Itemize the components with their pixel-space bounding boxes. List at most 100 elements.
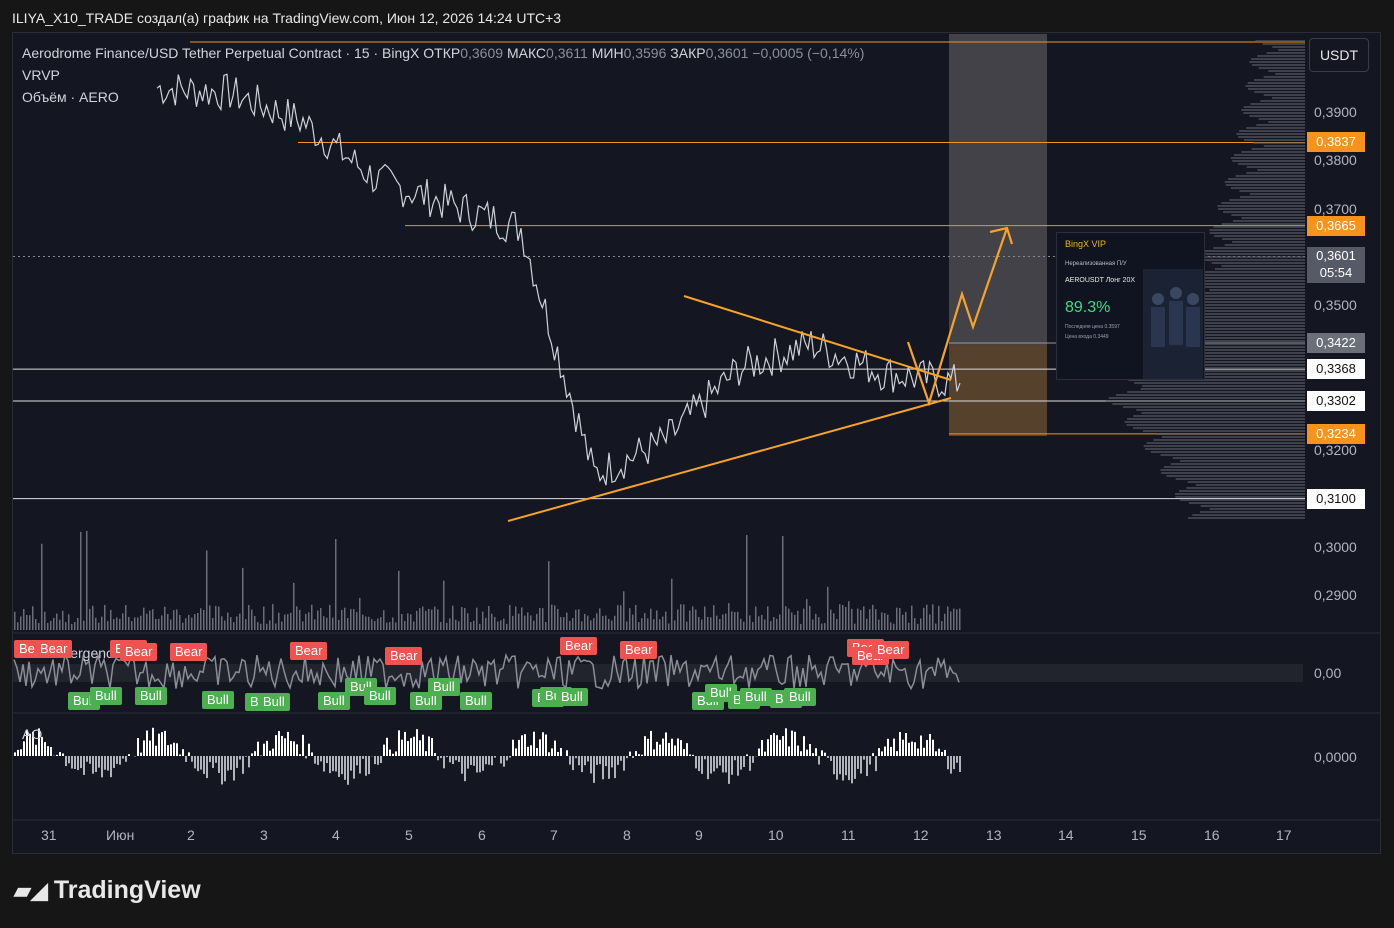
volume-bar xyxy=(527,612,529,630)
ao-histogram-bar xyxy=(758,748,760,756)
volume-bar xyxy=(824,623,826,630)
volume-bar xyxy=(371,619,373,630)
volume-bar xyxy=(791,612,793,630)
volume-bar xyxy=(413,621,415,630)
indicator-vrvp[interactable]: VRVP xyxy=(22,67,60,83)
volume-profile-bar xyxy=(1143,445,1305,447)
volume-bar xyxy=(107,621,109,630)
volume-profile-bar xyxy=(1262,43,1305,45)
ao-histogram-bar xyxy=(398,730,400,756)
ao-histogram-bar xyxy=(17,749,19,756)
volume-profile-bar xyxy=(1249,193,1305,195)
price-tag: 0,3368 xyxy=(1307,359,1365,380)
ao-histogram-bar xyxy=(698,756,700,772)
volume-profile-bar xyxy=(1250,103,1305,105)
volume-profile-bar xyxy=(1230,187,1305,189)
volume-profile-bar xyxy=(1241,217,1305,219)
volume-profile-bar xyxy=(1140,388,1305,390)
time-axis-label: 8 xyxy=(623,827,631,843)
ao-histogram-bar xyxy=(521,735,523,756)
volume-profile-bar xyxy=(1186,487,1305,489)
ao-histogram-bar xyxy=(302,734,304,756)
volume-profile-bar xyxy=(1224,181,1305,183)
ao-histogram-bar xyxy=(461,756,463,774)
ao-histogram-bar xyxy=(833,756,835,775)
volume-bar xyxy=(482,611,484,630)
ao-histogram-bar xyxy=(869,756,871,765)
volume-bar xyxy=(119,618,121,630)
volume-profile-bar xyxy=(1263,76,1305,78)
chart-canvas[interactable] xyxy=(0,0,1394,928)
volume-profile-bar xyxy=(1166,475,1305,477)
volume-bar xyxy=(878,619,880,630)
volume-bar xyxy=(140,615,142,630)
time-axis-label: 17 xyxy=(1276,827,1292,843)
volume-bar xyxy=(269,620,271,630)
osc-zero-label: 0,00 xyxy=(1314,665,1342,681)
ao-histogram-bar xyxy=(269,750,271,756)
ao-histogram-bar xyxy=(818,756,820,765)
volume-bar xyxy=(323,616,325,630)
volume-profile-bar xyxy=(1253,142,1305,144)
currency-button[interactable]: USDT xyxy=(1309,38,1369,72)
ao-histogram-bar xyxy=(524,734,526,756)
volume-bar xyxy=(362,614,364,630)
ao-histogram-bar xyxy=(443,756,445,769)
ao-histogram-bar xyxy=(572,756,574,771)
ao-histogram-bar xyxy=(815,748,817,756)
volume-bar xyxy=(461,607,463,630)
volume-bar xyxy=(917,623,919,630)
ao-histogram-bar xyxy=(938,748,940,756)
volume-bar xyxy=(674,620,676,630)
time-axis-label: 14 xyxy=(1058,827,1074,843)
volume-bar xyxy=(101,616,103,630)
volume-profile-bar xyxy=(1141,412,1305,414)
volume-bar xyxy=(416,610,418,630)
indicator-volume[interactable]: Объём · AERO xyxy=(22,89,119,105)
volume-profile-bar xyxy=(1254,91,1305,93)
volume-profile-bar xyxy=(1240,196,1305,198)
volume-bar xyxy=(587,615,589,630)
volume-bar xyxy=(68,614,70,630)
volume-bar xyxy=(881,612,883,630)
volume-bar xyxy=(767,606,769,630)
ao-histogram-bar xyxy=(644,736,646,756)
volume-bar xyxy=(191,617,193,630)
ao-histogram-bar xyxy=(650,730,652,756)
ao-histogram-bar xyxy=(884,746,886,756)
promo-subtitle: Нереализованная П/У xyxy=(1065,261,1127,267)
ao-histogram-bar xyxy=(482,756,484,771)
ao-histogram-bar xyxy=(635,751,637,756)
ao-histogram-bar xyxy=(785,728,787,756)
ao-histogram-bar xyxy=(167,745,169,756)
ao-histogram-bar xyxy=(95,756,97,773)
ao-histogram-bar xyxy=(50,747,52,756)
bull-signal-tag: Bull xyxy=(258,693,290,711)
ao-histogram-bar xyxy=(947,756,949,770)
ao-histogram-bar xyxy=(287,731,289,756)
volume-bar xyxy=(920,618,922,630)
ao-histogram-bar xyxy=(569,756,571,765)
symbol-name[interactable]: Aerodrome Finance/USD Tether Perpetual C… xyxy=(22,45,419,61)
volume-bar xyxy=(671,578,673,630)
price-tag: 0,3422 xyxy=(1307,333,1365,354)
ao-histogram-bar xyxy=(275,735,277,756)
ao-label[interactable]: AO xyxy=(22,726,42,742)
volume-bar xyxy=(20,616,22,630)
symbol-legend[interactable]: Aerodrome Finance/USD Tether Perpetual C… xyxy=(22,45,864,61)
ao-histogram-bar xyxy=(392,753,394,756)
ao-histogram-bar xyxy=(485,756,487,765)
ao-histogram-bar xyxy=(905,733,907,756)
ao-histogram-bar xyxy=(878,748,880,756)
ao-histogram-bar xyxy=(143,740,145,756)
ao-histogram-bar xyxy=(65,756,67,767)
ao-histogram-bar xyxy=(722,756,724,773)
ao-histogram-bar xyxy=(212,756,214,768)
open-label: ОТКР xyxy=(423,45,461,61)
ao-histogram-bar xyxy=(458,756,460,762)
volume-bar xyxy=(419,608,421,630)
volume-bar xyxy=(278,612,280,630)
volume-bar xyxy=(887,614,889,630)
tradingview-logo[interactable]: ▰◢ TradingView xyxy=(14,876,201,905)
ao-histogram-bar xyxy=(566,750,568,756)
